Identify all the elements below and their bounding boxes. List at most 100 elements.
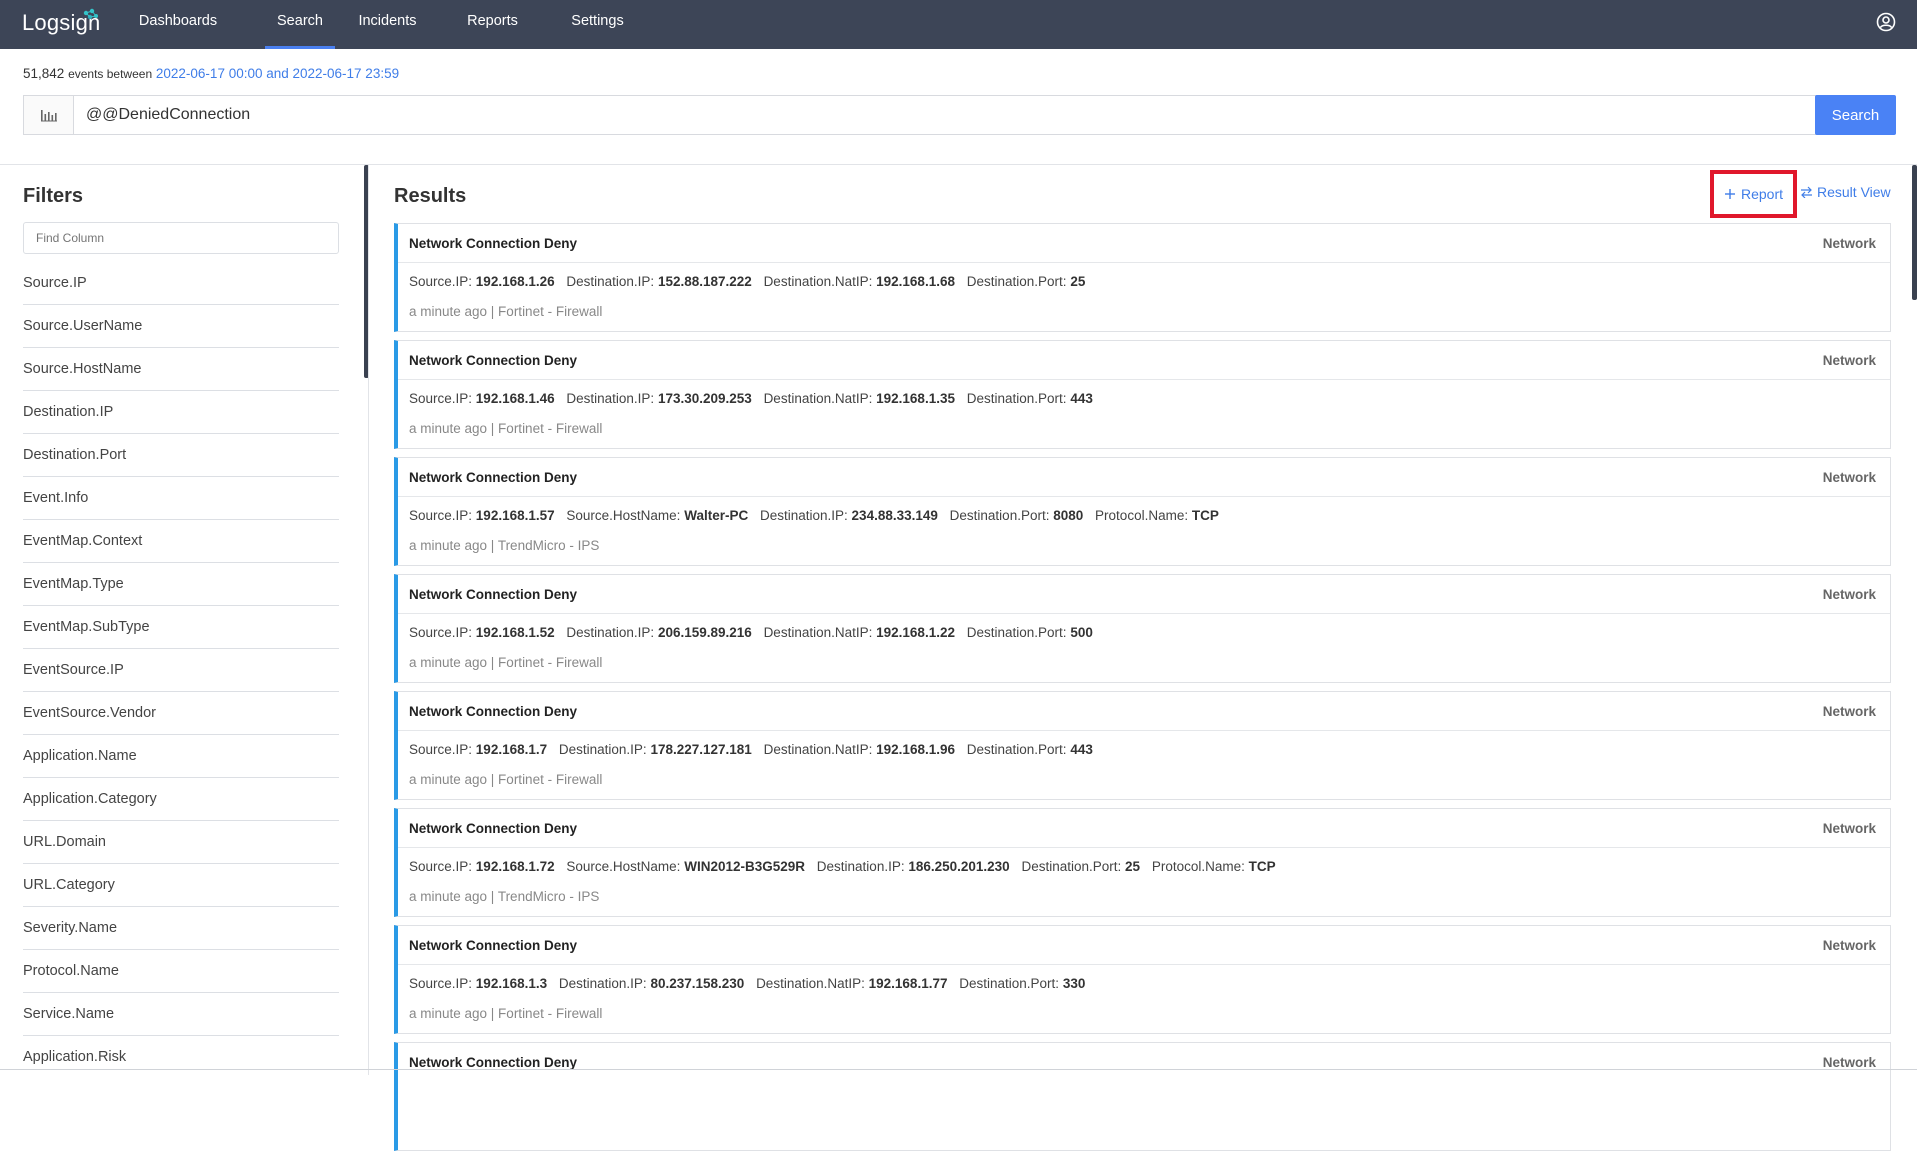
card-divider: [398, 262, 1890, 263]
result-fields: Source.IP: 192.168.1.26 Destination.IP: …: [409, 274, 1093, 289]
result-title: Network Connection Deny: [409, 470, 578, 485]
filter-item[interactable]: Source.HostName: [23, 348, 339, 391]
field-key: Destination.NatIP:: [756, 976, 865, 991]
field-value: 178.227.127.181: [650, 742, 752, 757]
result-view-button[interactable]: Result View: [1800, 184, 1891, 200]
result-title: Network Connection Deny: [409, 236, 578, 251]
nav-dashboards[interactable]: Dashboards: [126, 0, 230, 49]
nav-reports[interactable]: Reports: [460, 0, 525, 49]
date-range-link[interactable]: 2022-06-17 00:00 and 2022-06-17 23:59: [156, 66, 399, 81]
filter-item[interactable]: Destination.IP: [23, 391, 339, 434]
filter-item[interactable]: Destination.Port: [23, 434, 339, 477]
result-field[interactable]: Destination.IP: 234.88.33.149: [760, 508, 938, 523]
result-card[interactable]: Network Connection Deny Network Source.I…: [394, 808, 1891, 917]
result-card[interactable]: Network Connection Deny Network Source.I…: [394, 457, 1891, 566]
result-field[interactable]: Destination.Port: 443: [967, 742, 1093, 757]
result-card[interactable]: Network Connection Deny Network: [394, 1042, 1891, 1151]
result-meta: a minute ago | Fortinet - Firewall: [409, 655, 603, 670]
result-field[interactable]: Source.IP: 192.168.1.7: [409, 742, 547, 757]
result-card[interactable]: Network Connection Deny Network Source.I…: [394, 223, 1891, 332]
result-card[interactable]: Network Connection Deny Network Source.I…: [394, 574, 1891, 683]
nav-settings[interactable]: Settings: [565, 0, 630, 49]
field-value: 192.168.1.77: [868, 976, 948, 991]
search-query-input[interactable]: [73, 95, 1838, 135]
filter-item[interactable]: URL.Domain: [23, 821, 339, 864]
result-field[interactable]: Destination.IP: 178.227.127.181: [559, 742, 752, 757]
event-count: 51,842: [23, 66, 65, 81]
result-field[interactable]: Source.IP: 192.168.1.26: [409, 274, 555, 289]
field-key: Destination.Port:: [966, 391, 1067, 406]
result-field[interactable]: Source.HostName: Walter-PC: [566, 508, 748, 523]
filter-item[interactable]: EventSource.IP: [23, 649, 339, 692]
field-key: Destination.Port:: [966, 742, 1067, 757]
filter-item[interactable]: URL.Category: [23, 864, 339, 907]
filter-item[interactable]: Event.Info: [23, 477, 339, 520]
filter-item[interactable]: Application.Category: [23, 778, 339, 821]
result-field[interactable]: Protocol.Name: TCP: [1095, 508, 1219, 523]
result-title: Network Connection Deny: [409, 704, 578, 719]
field-value: 152.88.187.222: [657, 274, 752, 289]
field-key: Protocol.Name:: [1095, 508, 1189, 523]
top-navigation-bar: Logsign Dashboards Search Incidents Repo…: [0, 0, 1917, 49]
result-field[interactable]: Destination.IP: 80.237.158.230: [559, 976, 744, 991]
chart-toggle-button[interactable]: [23, 95, 73, 135]
result-field[interactable]: Destination.Port: 25: [967, 274, 1086, 289]
result-field[interactable]: Source.IP: 192.168.1.72: [409, 859, 555, 874]
result-field[interactable]: Source.IP: 192.168.1.57: [409, 508, 555, 523]
result-field[interactable]: Destination.NatIP: 192.168.1.77: [756, 976, 947, 991]
result-fields: Source.IP: 192.168.1.3 Destination.IP: 8…: [409, 976, 1093, 991]
filter-item[interactable]: Application.Name: [23, 735, 339, 778]
filter-item[interactable]: Source.IP: [23, 262, 339, 305]
field-value: TCP: [1191, 508, 1219, 523]
result-field[interactable]: Destination.Port: 8080: [950, 508, 1084, 523]
field-key: Destination.NatIP:: [763, 274, 873, 289]
result-field[interactable]: Destination.IP: 152.88.187.222: [566, 274, 751, 289]
field-value: 192.168.1.46: [475, 391, 555, 406]
filter-item[interactable]: Source.UserName: [23, 305, 339, 348]
field-value: 192.168.1.96: [876, 742, 955, 757]
result-field[interactable]: Destination.NatIP: 192.168.1.96: [764, 742, 955, 757]
field-key: Destination.IP:: [566, 625, 655, 640]
search-bar: Search: [23, 95, 1896, 135]
filter-item[interactable]: EventMap.Context: [23, 520, 339, 563]
field-value: 192.168.1.68: [876, 274, 955, 289]
result-field[interactable]: Source.IP: 192.168.1.52: [409, 625, 555, 640]
result-card[interactable]: Network Connection Deny Network Source.I…: [394, 925, 1891, 1034]
add-report-button[interactable]: Report: [1710, 170, 1797, 218]
result-card[interactable]: Network Connection Deny Network Source.I…: [394, 340, 1891, 449]
result-field[interactable]: Source.IP: 192.168.1.46: [409, 391, 555, 406]
find-column-input[interactable]: [23, 222, 339, 254]
result-field[interactable]: Destination.NatIP: 192.168.1.35: [764, 391, 955, 406]
field-key: Destination.IP:: [816, 859, 905, 874]
result-category: Network: [1822, 236, 1876, 251]
result-field[interactable]: Protocol.Name: TCP: [1152, 859, 1276, 874]
result-fields: Source.IP: 192.168.1.7 Destination.IP: 1…: [409, 742, 1101, 757]
result-field[interactable]: Destination.Port: 25: [1021, 859, 1140, 874]
result-field[interactable]: Destination.IP: 186.250.201.230: [817, 859, 1010, 874]
result-field[interactable]: Destination.NatIP: 192.168.1.22: [764, 625, 955, 640]
result-field[interactable]: Destination.Port: 443: [967, 391, 1093, 406]
result-field[interactable]: Destination.Port: 500: [967, 625, 1093, 640]
result-field[interactable]: Destination.Port: 330: [959, 976, 1085, 991]
result-card[interactable]: Network Connection Deny Network Source.I…: [394, 691, 1891, 800]
field-key: Destination.NatIP:: [763, 391, 873, 406]
result-field[interactable]: Source.IP: 192.168.1.3: [409, 976, 547, 991]
filter-item[interactable]: EventMap.Type: [23, 563, 339, 606]
nav-incidents[interactable]: Incidents: [350, 0, 425, 49]
result-field[interactable]: Source.HostName: WIN2012-B3G529R: [566, 859, 805, 874]
filter-item[interactable]: Protocol.Name: [23, 950, 339, 993]
result-field[interactable]: Destination.NatIP: 192.168.1.68: [764, 274, 955, 289]
user-account-icon[interactable]: [1875, 11, 1897, 33]
result-field[interactable]: Destination.IP: 173.30.209.253: [566, 391, 751, 406]
filter-item[interactable]: Severity.Name: [23, 907, 339, 950]
nav-search[interactable]: Search: [265, 0, 335, 49]
search-summary: 51,842 events between 2022-06-17 00:00 a…: [23, 66, 399, 81]
filters-title: Filters: [23, 185, 84, 207]
filter-item[interactable]: Service.Name: [23, 993, 339, 1036]
search-button[interactable]: Search: [1815, 95, 1896, 135]
filter-item[interactable]: EventMap.SubType: [23, 606, 339, 649]
result-field[interactable]: Destination.IP: 206.159.89.216: [566, 625, 751, 640]
results-scrollbar[interactable]: [1912, 165, 1917, 300]
filter-item[interactable]: EventSource.Vendor: [23, 692, 339, 735]
field-value: 192.168.1.52: [475, 625, 555, 640]
